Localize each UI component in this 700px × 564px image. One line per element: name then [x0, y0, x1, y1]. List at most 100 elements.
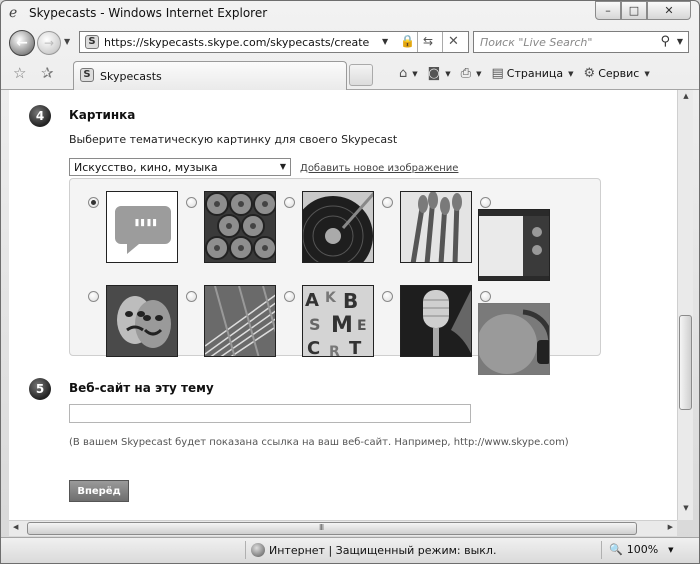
image-gallery: " " A K B S M E C R T: [69, 178, 601, 375]
image-radio-microphone[interactable]: [382, 291, 393, 302]
tools-menu[interactable]: ⚙ Сервис ▼: [584, 66, 656, 81]
image-option-letters-collage[interactable]: AKB SME CRT: [302, 285, 374, 357]
image-radio-headphones[interactable]: [480, 291, 491, 302]
tab-skypecasts[interactable]: S Skypecasts: [73, 61, 347, 90]
image-radio-television[interactable]: [480, 197, 491, 208]
scroll-grip: III: [319, 523, 324, 532]
scroll-down-icon[interactable]: ▼: [680, 504, 692, 518]
chevron-down-icon: ▼: [279, 162, 286, 171]
refresh-icon[interactable]: ⇆: [423, 34, 433, 48]
svg-text:C: C: [307, 338, 320, 357]
image-option-theater-masks[interactable]: [106, 285, 178, 357]
scroll-right-icon[interactable]: ▶: [668, 523, 673, 531]
step-4-title: Картинка: [69, 108, 136, 122]
ie-logo-icon: ℯ: [9, 5, 18, 21]
page-icon: ▤: [491, 66, 504, 81]
address-separator: [417, 32, 418, 52]
maximize-button[interactable]: □: [621, 1, 647, 20]
minimize-button[interactable]: –: [595, 1, 621, 20]
image-radio-letters-collage[interactable]: [284, 291, 295, 302]
title-bar: ℯ Skypecasts - Windows Internet Explorer…: [1, 1, 699, 27]
page-content: 4 Картинка Выберите тематическую картинк…: [9, 90, 677, 520]
vinyl-record-image: [303, 192, 373, 262]
address-url[interactable]: https://skypecasts.skype.com/skypecasts/…: [104, 36, 369, 49]
close-button[interactable]: ✕: [647, 1, 691, 20]
svg-text:K: K: [325, 290, 337, 306]
scroll-left-icon[interactable]: ◀: [13, 523, 18, 531]
home-button[interactable]: ⌂ ▼: [399, 66, 424, 81]
chevron-down-icon[interactable]: ▼: [668, 546, 673, 554]
svg-text:E: E: [357, 318, 367, 334]
image-radio-guitar-strings[interactable]: [186, 291, 197, 302]
ie-window: ℯ Skypecasts - Windows Internet Explorer…: [0, 0, 700, 564]
scroll-up-icon[interactable]: ▲: [680, 92, 692, 106]
guitar-strings-image: [205, 286, 275, 356]
address-dropdown-button[interactable]: ▼: [382, 37, 388, 46]
recent-pages-dropdown[interactable]: ▼: [64, 37, 70, 46]
home-icon: ⌂: [399, 66, 408, 81]
chevron-down-icon[interactable]: ▼: [476, 70, 481, 78]
website-url-input[interactable]: [69, 404, 471, 423]
headphones-image: [479, 309, 549, 374]
image-radio-vinyl-record[interactable]: [284, 197, 295, 208]
microphone-image: [423, 290, 471, 356]
svg-text:R: R: [329, 344, 340, 357]
horizontal-scrollbar[interactable]: ◀ III ▶: [9, 520, 677, 536]
image-radio-film-reels[interactable]: [186, 197, 197, 208]
print-button[interactable]: ⎙ ▼: [461, 66, 488, 81]
search-box[interactable]: Поиск "Live Search" ⚲ ▼: [473, 31, 689, 53]
image-option-microphone[interactable]: [400, 285, 472, 357]
step-5-title: Веб-сайт на эту тему: [69, 381, 214, 395]
stop-icon[interactable]: ✕: [448, 34, 459, 49]
quote-bubble-icon: "": [115, 206, 171, 254]
gear-icon: ⚙: [583, 66, 596, 81]
image-option-film-reels[interactable]: [204, 191, 276, 263]
internet-zone-icon: [251, 543, 265, 557]
next-button[interactable]: Вперёд: [69, 480, 129, 502]
image-radio-quote-bubble[interactable]: [88, 197, 99, 208]
image-option-quote-bubble[interactable]: " ": [106, 191, 178, 263]
tab-command-bar: ☆ ✰ S Skypecasts ⌂ ▼ ◙ ▼ ⎙ ▼ ▤ Страница ▼ ⚙ Се…: [1, 58, 699, 90]
search-dropdown-button[interactable]: ▼: [677, 37, 683, 46]
page-menu-label: Страница: [506, 67, 564, 80]
site-favicon-icon: S: [85, 35, 99, 49]
add-image-link[interactable]: Добавить новое изображение: [300, 163, 458, 174]
lock-icon[interactable]: 🔒: [400, 34, 415, 48]
step-4-description: Выберите тематическую картинку для своег…: [69, 133, 398, 146]
search-placeholder[interactable]: Поиск "Live Search": [480, 36, 592, 49]
image-option-paint-brushes[interactable]: [400, 191, 472, 263]
feeds-button[interactable]: ◙ ▼: [428, 66, 457, 81]
television-image: [479, 216, 549, 276]
window-controls: – □ ✕: [595, 1, 691, 21]
rss-feed-icon: ◙: [427, 66, 441, 81]
svg-text:M: M: [331, 313, 353, 338]
back-button[interactable]: ←: [9, 30, 35, 56]
address-separator: [442, 32, 443, 52]
chevron-down-icon[interactable]: ▼: [445, 70, 450, 78]
forward-button[interactable]: →: [37, 31, 61, 55]
image-option-television[interactable]: [478, 209, 550, 281]
add-favorites-icon[interactable]: ✰: [41, 64, 54, 82]
svg-text:T: T: [349, 338, 362, 357]
svg-text:B: B: [343, 289, 358, 313]
paint-brushes-image: [410, 192, 462, 262]
vertical-scrollbar[interactable]: ▲ ▼: [677, 90, 693, 520]
image-radio-theater-masks[interactable]: [88, 291, 99, 302]
forward-arrow-icon: →: [43, 36, 55, 50]
category-select[interactable]: Искусство, кино, музыка ▼: [69, 158, 291, 176]
chevron-down-icon[interactable]: ▼: [412, 70, 417, 78]
address-bar[interactable]: S https://skypecasts.skype.com/skypecast…: [79, 31, 469, 53]
horizontal-scroll-thumb[interactable]: [27, 522, 637, 535]
image-option-guitar-strings[interactable]: [204, 285, 276, 357]
new-tab-button[interactable]: [349, 64, 373, 86]
image-option-vinyl-record[interactable]: [302, 191, 374, 263]
search-icon[interactable]: ⚲: [660, 34, 670, 49]
favorites-star-icon[interactable]: ☆: [13, 64, 26, 82]
page-menu[interactable]: ▤ Страница ▼: [491, 66, 579, 81]
image-radio-paint-brushes[interactable]: [382, 197, 393, 208]
vertical-scroll-thumb[interactable]: [679, 315, 692, 410]
image-option-headphones[interactable]: [478, 303, 550, 375]
website-hint: (В вашем Skypecast будет показана ссылка…: [69, 437, 569, 448]
status-separator: [245, 541, 246, 559]
zoom-control[interactable]: 🔍 100% ▼: [609, 543, 674, 556]
